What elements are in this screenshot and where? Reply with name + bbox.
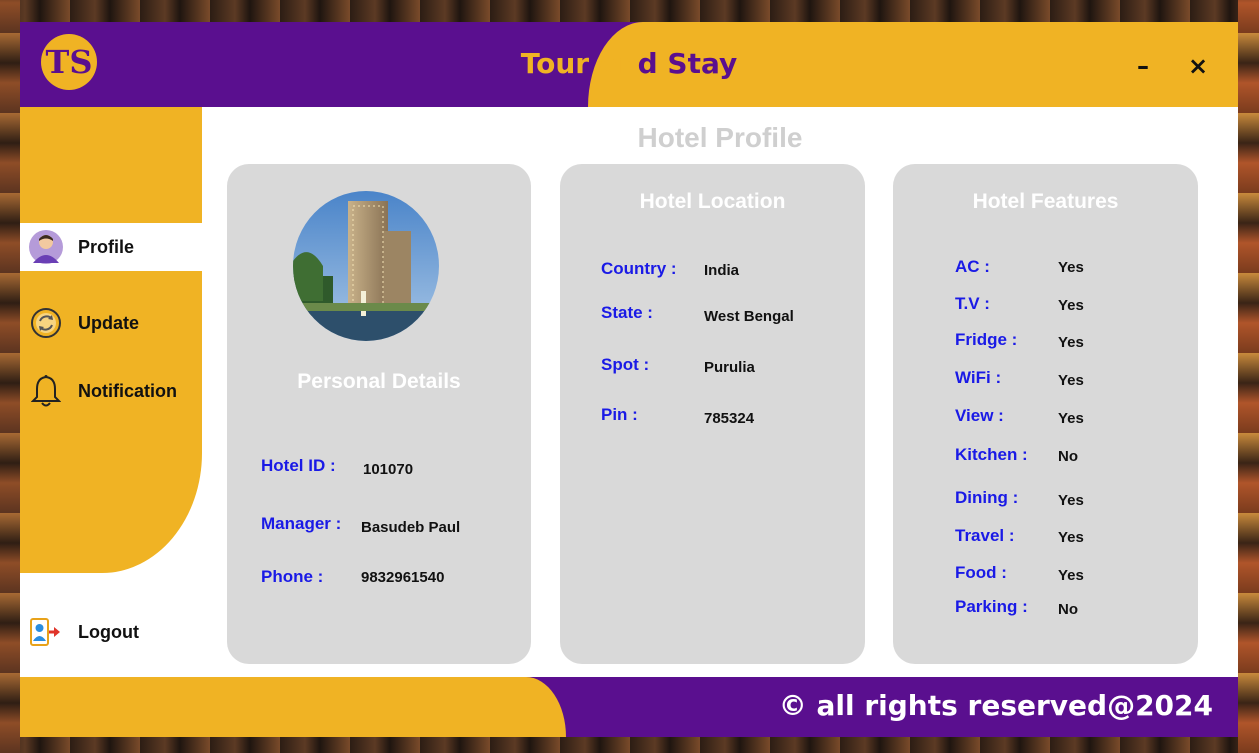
sidebar-item-profile[interactable]: Profile <box>26 227 134 267</box>
app-title-part1: Tour an <box>520 47 638 80</box>
user-avatar-icon <box>26 227 66 267</box>
app-window: TS Tour and Stay – × Profile Update Noti… <box>20 22 1238 737</box>
hotel-location-heading: Hotel Location <box>639 190 786 213</box>
hotel-id-value: 101070 <box>363 461 414 478</box>
feature-label: Travel : <box>955 526 1015 545</box>
feature-value: No <box>1058 448 1078 465</box>
feature-value: Yes <box>1058 334 1084 351</box>
feature-label: WiFi : <box>955 368 1002 387</box>
hotel-photo <box>293 191 439 341</box>
phone-value: 9832961540 <box>361 569 445 586</box>
footer: © all rights reserved@2024 <box>20 677 1238 737</box>
feature-label: View : <box>955 406 1004 425</box>
sidebar-item-label: Profile <box>78 236 135 257</box>
field-label: State : <box>601 303 653 322</box>
field-label: Hotel ID : <box>261 456 336 475</box>
pin-value: 785324 <box>704 410 755 427</box>
personal-details-card: Personal Details Hotel ID : 101070 Manag… <box>227 164 531 664</box>
state-value: West Bengal <box>704 308 794 325</box>
manager-value: Basudeb Paul <box>361 519 461 536</box>
field-label: Phone : <box>261 567 324 586</box>
feature-label: Food : <box>955 563 1007 582</box>
field-label: Country : <box>601 259 677 278</box>
sidebar-item-label: Notification <box>78 380 177 401</box>
field-label: Manager : <box>261 514 342 533</box>
feature-label: Dining : <box>955 488 1019 507</box>
feature-label: AC : <box>955 257 990 276</box>
feature-value: Yes <box>1058 259 1084 276</box>
minimize-button[interactable]: – <box>1137 52 1149 80</box>
feature-value: No <box>1058 601 1078 618</box>
feature-label: Parking : <box>955 597 1028 616</box>
logout-label: Logout <box>78 621 139 642</box>
feature-value: Yes <box>1058 410 1084 427</box>
hotel-location-card: Hotel Location Country : India State : W… <box>560 164 865 664</box>
desktop-background <box>0 0 1259 22</box>
title-bar[interactable]: TS Tour and Stay – × <box>20 22 1238 107</box>
footer-accent <box>20 677 566 737</box>
feature-label: T.V : <box>955 294 990 313</box>
close-button[interactable]: × <box>1188 52 1208 80</box>
field-label: Spot : <box>601 355 650 374</box>
hotel-features-heading: Hotel Features <box>972 190 1119 213</box>
desktop-background <box>1238 0 1259 753</box>
bell-icon <box>26 371 66 411</box>
hotel-features-card: Hotel Features AC : Yes T.V : Yes Fridge… <box>893 164 1198 664</box>
feature-value: Yes <box>1058 529 1084 546</box>
spot-value: Purulia <box>704 359 755 376</box>
desktop-background <box>0 737 1259 753</box>
feature-value: Yes <box>1058 567 1084 584</box>
logout-icon <box>26 612 66 652</box>
feature-value: Yes <box>1058 297 1084 314</box>
feature-value: Yes <box>1058 372 1084 389</box>
desktop-background <box>0 0 20 753</box>
app-title: Tour and Stay <box>20 47 1238 80</box>
logout-button[interactable]: Logout <box>26 612 139 652</box>
refresh-icon <box>26 303 66 343</box>
sidebar-item-update[interactable]: Update <box>26 303 139 343</box>
feature-label: Kitchen : <box>955 445 1028 464</box>
sidebar-item-label: Update <box>78 312 140 333</box>
personal-details-heading: Personal Details <box>297 370 461 393</box>
field-label: Pin : <box>601 405 638 424</box>
copyright-text: © all rights reserved@2024 <box>778 689 1213 722</box>
feature-label: Fridge : <box>955 330 1018 349</box>
feature-value: Yes <box>1058 492 1084 509</box>
app-title-part2: d Stay <box>637 47 738 80</box>
country-value: India <box>704 262 740 279</box>
page-title: Hotel Profile <box>637 122 803 153</box>
sidebar-item-notification[interactable]: Notification <box>26 371 177 411</box>
